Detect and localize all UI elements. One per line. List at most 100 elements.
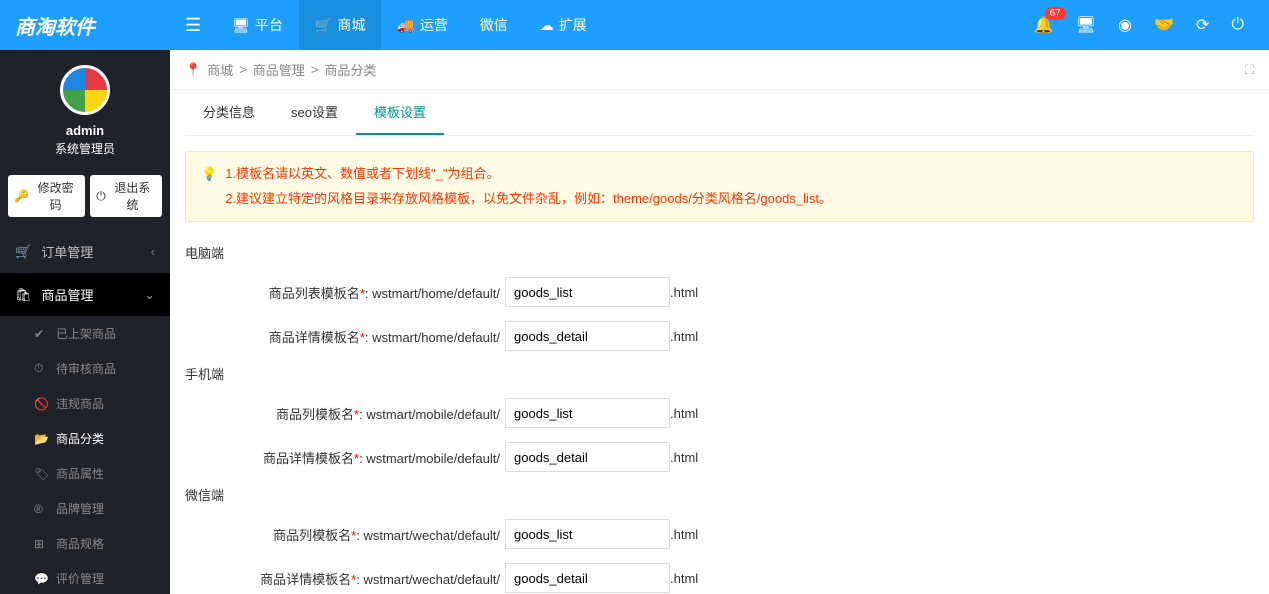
form-label: 商品列模板名*: wstmart/wechat/default/: [185, 525, 505, 544]
sidebar: admin 系统管理员 🔑 修改密码 ⏻ 退出系统 🛒 订单管理 🛍 商品管理 ✔ 已上架…: [0, 50, 170, 594]
template-input[interactable]: [505, 398, 670, 428]
sidebar-subitem[interactable]: ✔ 已上架商品: [0, 316, 170, 351]
menu-toggle-icon[interactable]: ☰: [170, 15, 216, 36]
help-icon[interactable]: ◉: [1118, 15, 1132, 35]
fullscreen-icon[interactable]: ⛶: [1245, 62, 1254, 78]
breadcrumb-item[interactable]: 商城: [207, 60, 233, 79]
submenu-icon: ✔: [34, 327, 48, 341]
form-row: 商品详情模板名*: wstmart/mobile/default/ .html: [185, 435, 1254, 479]
form-label: 商品列模板名*: wstmart/mobile/default/: [185, 404, 505, 423]
path-prefix: wstmart/wechat/default/: [363, 528, 500, 543]
menu-icon: 🛒: [15, 244, 31, 260]
template-input[interactable]: [505, 563, 670, 593]
menu-label: 订单管理: [41, 242, 93, 261]
path-suffix: .html: [670, 450, 698, 465]
submenu-icon: 🏷: [34, 467, 48, 481]
form-label: 商品列表模板名*: wstmart/home/default/: [185, 283, 505, 302]
sidebar-subitem[interactable]: ® 品牌管理: [0, 491, 170, 526]
tab[interactable]: 分类信息: [185, 90, 273, 135]
change-password-label: 修改密码: [32, 179, 79, 213]
path-suffix: .html: [670, 406, 698, 421]
logout-label: 退出系统: [109, 179, 156, 213]
form-label: 商品详情模板名*: wstmart/mobile/default/: [185, 448, 505, 467]
template-input[interactable]: [505, 442, 670, 472]
sidebar-item[interactable]: 🛍 商品管理: [0, 273, 170, 316]
submenu-label: 待审核商品: [56, 360, 116, 377]
logout-button[interactable]: ⏻ 退出系统: [90, 175, 162, 217]
template-input[interactable]: [505, 277, 670, 307]
handshake-icon[interactable]: 🤝: [1154, 15, 1174, 35]
submenu-label: 商品规格: [56, 535, 104, 552]
tab[interactable]: seo设置: [273, 90, 356, 135]
breadcrumb: 📍 商城 > 商品管理 > 商品分类 ⛶: [170, 50, 1269, 90]
breadcrumb-item[interactable]: 商品分类: [324, 60, 376, 79]
path-suffix: .html: [670, 571, 698, 586]
path-prefix: wstmart/home/default/: [372, 330, 500, 345]
submenu-label: 违规商品: [56, 395, 104, 412]
topnav-item[interactable]: 🚚运营: [381, 0, 463, 50]
path-suffix: .html: [670, 285, 698, 300]
submenu-icon: ⊞: [34, 537, 48, 551]
sidebar-subitem[interactable]: 📂商品分类: [0, 421, 170, 456]
submenu-icon: 📂: [34, 432, 48, 446]
sidebar-item[interactable]: 🛒 订单管理: [0, 230, 170, 273]
template-input[interactable]: [505, 519, 670, 549]
section-title: 电脑端: [185, 237, 1254, 268]
form-label: 商品详情模板名*: wstmart/home/default/: [185, 327, 505, 346]
form-row: 商品详情模板名*: wstmart/wechat/default/ .html: [185, 556, 1254, 594]
topnav-label: 运营: [420, 15, 448, 35]
power-icon[interactable]: ⏻: [1231, 16, 1244, 34]
section-title: 手机端: [185, 358, 1254, 389]
topnav-label: 商城: [337, 15, 365, 35]
lightbulb-icon: 💡: [201, 162, 217, 211]
menu-label: 商品管理: [42, 285, 94, 304]
tip-line: 1.模板名请以英文、数值或者下划线"_"为组合。: [225, 162, 832, 187]
submenu-icon: ⏱: [34, 361, 48, 376]
notification-icon[interactable]: 🔔67: [1034, 15, 1054, 35]
submenu-label: 已上架商品: [56, 325, 116, 342]
section-title: 微信端: [185, 479, 1254, 510]
path-prefix: wstmart/wechat/default/: [363, 572, 500, 587]
form-row: 商品列模板名*: wstmart/mobile/default/ .html: [185, 391, 1254, 435]
user-name: admin: [5, 123, 165, 138]
avatar: [60, 65, 110, 115]
form-row: 商品列模板名*: wstmart/wechat/default/.html: [185, 512, 1254, 556]
location-icon: 📍: [185, 62, 201, 78]
tab[interactable]: 模板设置: [356, 90, 444, 135]
submenu-icon: ®: [34, 502, 48, 516]
main: 📍 商城 > 商品管理 > 商品分类 ⛶ 分类信息seo设置模板设置 💡 1.模…: [170, 50, 1269, 594]
tip-line: 2.建议建立特定的风格目录来存放风格模板，以免文件杂乱，例如：theme/goo…: [225, 187, 832, 212]
refresh-icon[interactable]: ⟳: [1196, 15, 1209, 35]
topnav-item[interactable]: ☁ 扩展: [524, 0, 603, 50]
user-role: 系统管理员: [5, 140, 165, 157]
menu-icon: 🛍: [15, 287, 32, 303]
submenu-icon: 🚫: [34, 397, 48, 411]
topnav-icon: 🖥: [232, 17, 250, 34]
sidebar-subitem[interactable]: ⏱ 待审核商品: [0, 351, 170, 386]
sidebar-subitem[interactable]: ⊞ 商品规格: [0, 526, 170, 561]
tip-box: 💡 1.模板名请以英文、数值或者下划线"_"为组合。 2.建议建立特定的风格目录…: [185, 151, 1254, 222]
path-suffix: .html: [670, 329, 698, 344]
topnav-label: 微信: [480, 15, 508, 35]
topnav-item[interactable]: 🖥 平台: [216, 0, 299, 50]
topbar: 商淘软件 ☰ 🖥 平台 🛒商城🚚运营微信 ☁ 扩展 🔔67 🖥 ◉ 🤝 ⟳ ⏻: [0, 0, 1269, 50]
monitor-icon[interactable]: 🖥: [1076, 15, 1096, 35]
path-prefix: wstmart/home/default/: [372, 286, 500, 301]
form-label: 商品详情模板名*: wstmart/wechat/default/: [185, 569, 505, 588]
topnav-label: 扩展: [559, 15, 587, 35]
brand-logo: 商淘软件: [15, 11, 170, 40]
submenu-icon: 💬: [34, 572, 48, 586]
topnav-icon: ☁: [540, 17, 554, 34]
sidebar-subitem[interactable]: 💬评价管理: [0, 561, 170, 594]
sidebar-subitem[interactable]: 🏷商品属性: [0, 456, 170, 491]
submenu-label: 品牌管理: [56, 500, 104, 517]
breadcrumb-item[interactable]: 商品管理: [253, 60, 305, 79]
topnav-label: 平台: [255, 15, 283, 35]
sidebar-subitem[interactable]: 🚫 违规商品: [0, 386, 170, 421]
template-input[interactable]: [505, 321, 670, 351]
topnav-item[interactable]: 微信: [464, 0, 524, 50]
change-password-button[interactable]: 🔑 修改密码: [8, 175, 85, 217]
topnav-item[interactable]: 🛒商城: [299, 0, 381, 50]
content: 分类信息seo设置模板设置 💡 1.模板名请以英文、数值或者下划线"_"为组合。…: [170, 90, 1269, 594]
path-prefix: wstmart/mobile/default/: [366, 407, 500, 422]
